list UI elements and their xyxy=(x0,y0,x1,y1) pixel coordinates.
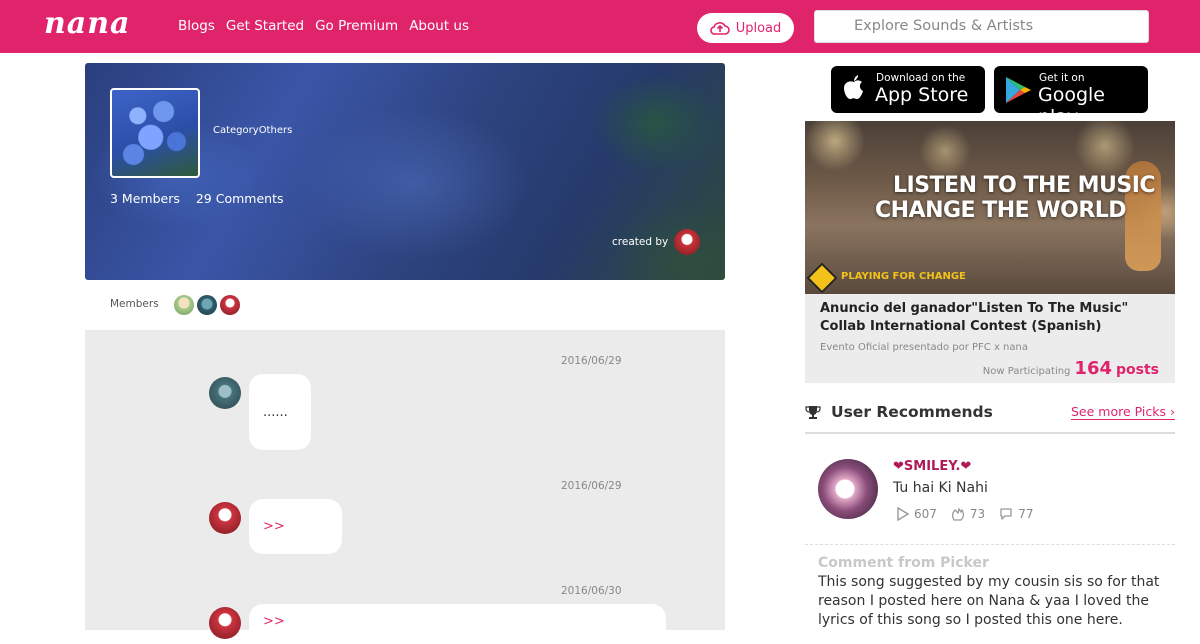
comment-icon xyxy=(1000,508,1012,520)
recommend-divider xyxy=(805,544,1175,545)
message-date: 2016/06/29 xyxy=(561,480,622,492)
plays-count: 607 xyxy=(914,507,937,521)
member-avatar[interactable] xyxy=(220,295,240,315)
app-store-big-text: App Store xyxy=(875,84,969,106)
members-count: 3 Members xyxy=(110,191,180,206)
apple-icon xyxy=(844,75,863,100)
recommended-user-name[interactable]: ❤SMILEY.❤ xyxy=(893,459,971,474)
play-icon xyxy=(897,507,909,521)
category-value[interactable]: Others xyxy=(259,125,293,136)
recommended-song-stats: 607 73 77 xyxy=(897,507,1033,521)
creator-avatar[interactable] xyxy=(674,229,700,255)
nav-blogs[interactable]: Blogs xyxy=(178,18,215,34)
message-avatar[interactable] xyxy=(209,607,241,639)
message-avatar[interactable] xyxy=(209,502,241,534)
app-store-small-text: Download on the xyxy=(876,72,966,84)
participating-label: Now Participating xyxy=(982,366,1071,377)
group-thumbnail xyxy=(110,88,200,178)
group-hero: CategoryOthers 3 Members 29 Comments crea… xyxy=(85,63,725,280)
nana-logo[interactable]: nana xyxy=(44,6,131,41)
google-play-badge[interactable]: Get it on Google play xyxy=(994,66,1148,128)
picker-comment-text: This song suggested by my cousin sis so … xyxy=(818,574,1160,628)
group-stats: 3 Members 29 Comments xyxy=(110,191,300,206)
main-nav: Blogs Get Started Go Premium About us xyxy=(178,18,480,34)
comments-stat: 77 xyxy=(999,507,1033,521)
comments-count: 29 Comments xyxy=(195,191,284,206)
top-navbar: nana Blogs Get Started Go Premium About … xyxy=(0,0,1200,53)
user-recommends-header: User Recommends See more Picks › xyxy=(805,401,1175,434)
member-avatars xyxy=(174,295,240,315)
google-play-small-text: Get it on xyxy=(1039,72,1085,84)
created-by-label: created by xyxy=(612,236,669,248)
contest-info[interactable]: Anuncio del ganador"Listen To The Music"… xyxy=(805,294,1175,383)
trophy-icon xyxy=(805,406,821,419)
contest-participation: Now Participating 164 posts xyxy=(983,358,1159,379)
member-avatar[interactable] xyxy=(174,295,194,315)
recommended-user-avatar[interactable] xyxy=(818,459,878,519)
applause-stat: 73 xyxy=(951,507,985,521)
nav-go-premium[interactable]: Go Premium xyxy=(315,18,398,34)
message-bubble[interactable]: >> xyxy=(249,499,342,554)
search-input[interactable]: Explore Sounds & Artists xyxy=(814,10,1149,43)
applause-count: 73 xyxy=(969,507,986,521)
plays-stat: 607 xyxy=(897,507,937,521)
category-label: Category xyxy=(213,125,259,136)
posts-count: 164 xyxy=(1074,358,1112,379)
recommended-song-title[interactable]: Tu hai Ki Nahi xyxy=(893,480,988,496)
google-play-icon xyxy=(1006,77,1031,103)
see-more-label: See more Picks xyxy=(1071,404,1167,419)
chat-thread: 2016/06/29 ...... 2016/06/29 >> 2016/06/… xyxy=(85,330,725,644)
contest-banner[interactable]: LISTEN TO THE MUSIC CHANGE THE WORLD PLA… xyxy=(805,121,1175,294)
posts-unit: posts xyxy=(1116,362,1159,378)
app-store-badge[interactable]: Download on the App Store xyxy=(831,66,985,113)
user-recommends-title: User Recommends xyxy=(831,403,993,421)
message-date: 2016/06/29 xyxy=(561,355,622,367)
member-avatar[interactable] xyxy=(197,295,217,315)
upload-label: Upload xyxy=(735,20,782,36)
banner-line-1: LISTEN TO THE MUSIC xyxy=(893,173,1156,198)
message-date: 2016/06/30 xyxy=(561,585,622,597)
nav-about-us[interactable]: About us xyxy=(409,18,469,34)
upload-button[interactable]: Upload xyxy=(697,13,794,43)
contest-title[interactable]: Anuncio del ganador"Listen To The Music"… xyxy=(820,300,1160,336)
see-more-picks-link[interactable]: See more Picks › xyxy=(1071,404,1175,420)
members-label: Members xyxy=(110,298,159,310)
chevron-right-icon: › xyxy=(1170,404,1175,419)
nav-get-started[interactable]: Get Started xyxy=(226,18,304,34)
applause-icon xyxy=(951,507,964,521)
message-bubble: ...... xyxy=(249,374,311,450)
banner-line-2: CHANGE THE WORLD xyxy=(875,198,1127,223)
picker-comment-label: Comment from Picker xyxy=(818,555,989,571)
message-bubble[interactable]: >> xyxy=(249,604,666,644)
group-category: CategoryOthers xyxy=(213,125,292,136)
cloud-upload-icon xyxy=(709,22,730,35)
message-avatar[interactable] xyxy=(209,377,241,409)
banner-brand: PLAYING FOR CHANGE xyxy=(841,271,966,282)
contest-subtitle: Evento Oficial presentado por PFC x nana xyxy=(820,342,1028,353)
comments-count: 77 xyxy=(1018,507,1034,521)
